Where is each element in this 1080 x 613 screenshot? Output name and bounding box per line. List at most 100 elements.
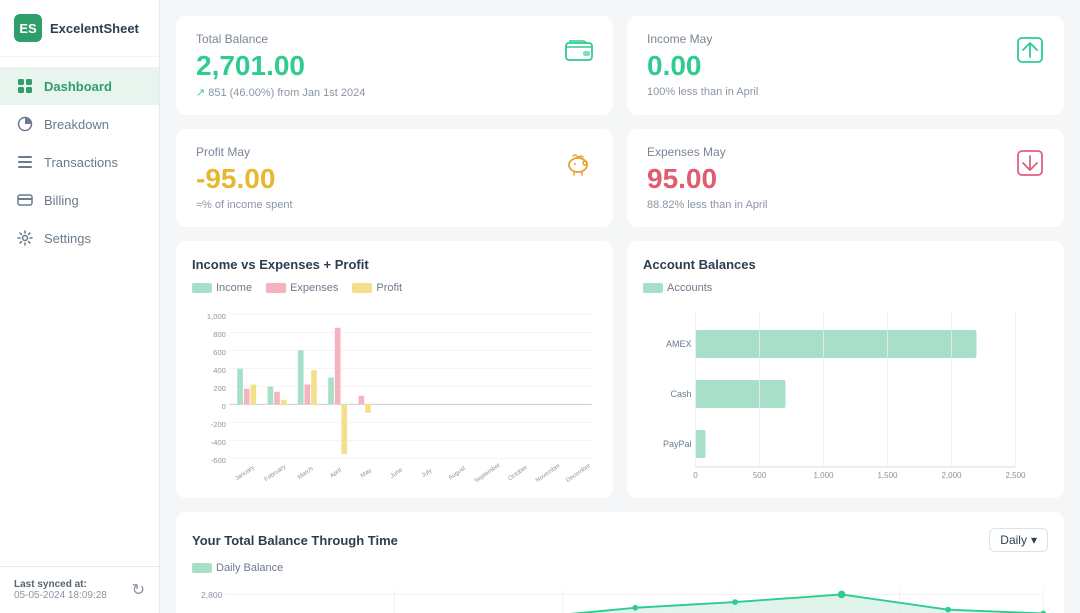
svg-text:June: June <box>389 466 404 480</box>
time-dropdown[interactable]: Daily ▾ <box>989 528 1048 552</box>
svg-text:200: 200 <box>213 384 226 393</box>
wallet-icon <box>561 32 597 68</box>
profit-may-card: Profit May -95.00 ≈% of income spent <box>176 129 613 227</box>
balance-time-header: Your Total Balance Through Time Daily ▾ <box>192 528 1048 552</box>
transactions-label: Transactions <box>44 155 118 170</box>
billing-icon <box>16 191 34 209</box>
svg-text:0: 0 <box>222 402 226 411</box>
dashboard-icon <box>16 77 34 95</box>
svg-text:400: 400 <box>213 366 226 375</box>
sidebar-item-dashboard[interactable]: Dashboard <box>0 67 159 105</box>
daily-balance-legend-dot <box>192 563 212 573</box>
expenses-legend-label: Expenses <box>290 282 338 294</box>
legend-profit: Profit <box>352 282 402 294</box>
svg-text:1,500: 1,500 <box>877 471 898 480</box>
svg-text:December: December <box>565 462 592 482</box>
income-legend-label: Income <box>216 282 252 294</box>
charts-row: Income vs Expenses + Profit Income Expen… <box>176 241 1064 498</box>
income-expenses-title: Income vs Expenses + Profit <box>192 257 597 272</box>
sidebar-footer: Last synced at: 05-05-2024 18:09:28 ↻ <box>0 566 159 613</box>
sidebar-item-settings[interactable]: Settings <box>0 219 159 257</box>
legend-daily-balance: Daily Balance <box>192 562 283 574</box>
income-may-value: 0.00 <box>647 50 1044 82</box>
piggy-bank-icon <box>561 145 597 181</box>
svg-text:September: September <box>473 462 502 482</box>
svg-text:August: August <box>447 465 467 482</box>
legend-expenses: Expenses <box>266 282 338 294</box>
sync-timestamp: 05-05-2024 18:09:28 <box>14 590 124 601</box>
svg-text:-600: -600 <box>211 456 226 465</box>
income-expenses-legend: Income Expenses Profit <box>192 282 597 294</box>
profit-legend-label: Profit <box>376 282 402 294</box>
sync-label: Last synced at: <box>14 579 124 590</box>
svg-text:-400: -400 <box>211 438 226 447</box>
sidebar: ES ExcelentSheet Dashboard B <box>0 0 160 613</box>
accounts-legend-label: Accounts <box>667 282 712 294</box>
balance-time-legend: Daily Balance <box>192 562 1048 574</box>
sidebar-logo: ES ExcelentSheet <box>0 0 159 57</box>
income-may-card: Income May 0.00 100% less than in April <box>627 16 1064 115</box>
svg-text:July: July <box>420 467 434 480</box>
balance-time-chart-area: 2,800 2,600 2,400 <box>192 582 1048 613</box>
income-icon <box>1012 32 1048 68</box>
svg-text:January: January <box>234 464 257 482</box>
settings-label: Settings <box>44 231 91 246</box>
expenses-may-card: Expenses May 95.00 88.82% less than in A… <box>627 129 1064 227</box>
total-balance-value: 2,701.00 <box>196 50 593 82</box>
svg-text:April: April <box>329 467 343 480</box>
app-name: ExcelentSheet <box>50 21 139 36</box>
profit-legend-dot <box>352 283 372 293</box>
dropdown-chevron-icon: ▾ <box>1031 533 1037 547</box>
income-may-title: Income May <box>647 32 1044 46</box>
income-expenses-chart-area: 1,000 800 600 400 200 0 -200 -400 -600 <box>192 302 597 482</box>
svg-text:November: November <box>534 462 561 482</box>
legend-accounts: Accounts <box>643 282 712 294</box>
expenses-may-sub: 88.82% less than in April <box>647 199 1044 211</box>
sidebar-item-transactions[interactable]: Transactions <box>0 143 159 181</box>
summary-cards: Total Balance 2,701.00 ↗ 851 (46.00%) fr… <box>176 16 1064 227</box>
expenses-may-value: 95.00 <box>647 163 1044 195</box>
profit-may-value: -95.00 <box>196 163 593 195</box>
svg-text:-200: -200 <box>211 420 226 429</box>
account-balances-svg: AMEX Cash PayPal 0 500 <box>643 302 1048 482</box>
svg-text:May: May <box>359 466 373 479</box>
total-balance-card: Total Balance 2,701.00 ↗ 851 (46.00%) fr… <box>176 16 613 115</box>
transactions-icon <box>16 153 34 171</box>
account-balances-legend: Accounts <box>643 282 1048 294</box>
total-balance-sub: ↗ 851 (46.00%) from Jan 1st 2024 <box>196 86 593 99</box>
account-balances-title: Account Balances <box>643 257 1048 272</box>
svg-text:600: 600 <box>213 348 226 357</box>
sidebar-nav: Dashboard Breakdown Transactions <box>0 57 159 566</box>
income-expenses-chart-card: Income vs Expenses + Profit Income Expen… <box>176 241 613 498</box>
line-chart-svg: 2,800 2,600 2,400 <box>192 582 1048 613</box>
expenses-may-title: Expenses May <box>647 145 1044 159</box>
sidebar-item-breakdown[interactable]: Breakdown <box>0 105 159 143</box>
balance-time-title: Your Total Balance Through Time <box>192 533 398 548</box>
profit-may-sub: ≈% of income spent <box>196 199 593 211</box>
bar-chart-svg: 1,000 800 600 400 200 0 -200 -400 -600 <box>192 302 597 482</box>
svg-text:0: 0 <box>693 471 698 480</box>
svg-text:2,000: 2,000 <box>941 471 962 480</box>
expense-icon <box>1012 145 1048 181</box>
account-balances-chart-area: AMEX Cash PayPal 0 500 <box>643 302 1048 482</box>
sync-icon: ↻ <box>132 580 145 600</box>
settings-icon <box>16 229 34 247</box>
accounts-legend-dot <box>643 283 663 293</box>
sidebar-item-billing[interactable]: Billing <box>0 181 159 219</box>
svg-text:1,000: 1,000 <box>207 312 226 321</box>
svg-text:October: October <box>507 464 529 482</box>
svg-text:500: 500 <box>753 471 767 480</box>
app-logo-icon: ES <box>14 14 42 42</box>
income-may-sub: 100% less than in April <box>647 86 1044 98</box>
legend-income: Income <box>192 282 252 294</box>
svg-text:2,800: 2,800 <box>201 590 223 600</box>
svg-text:2,500: 2,500 <box>1005 471 1026 480</box>
daily-balance-legend-label: Daily Balance <box>216 562 283 574</box>
svg-text:PayPal: PayPal <box>663 439 692 449</box>
main-content: Total Balance 2,701.00 ↗ 851 (46.00%) fr… <box>160 0 1080 613</box>
profit-may-title: Profit May <box>196 145 593 159</box>
svg-text:AMEX: AMEX <box>666 339 692 349</box>
billing-label: Billing <box>44 193 79 208</box>
income-legend-dot <box>192 283 212 293</box>
expenses-legend-dot <box>266 283 286 293</box>
